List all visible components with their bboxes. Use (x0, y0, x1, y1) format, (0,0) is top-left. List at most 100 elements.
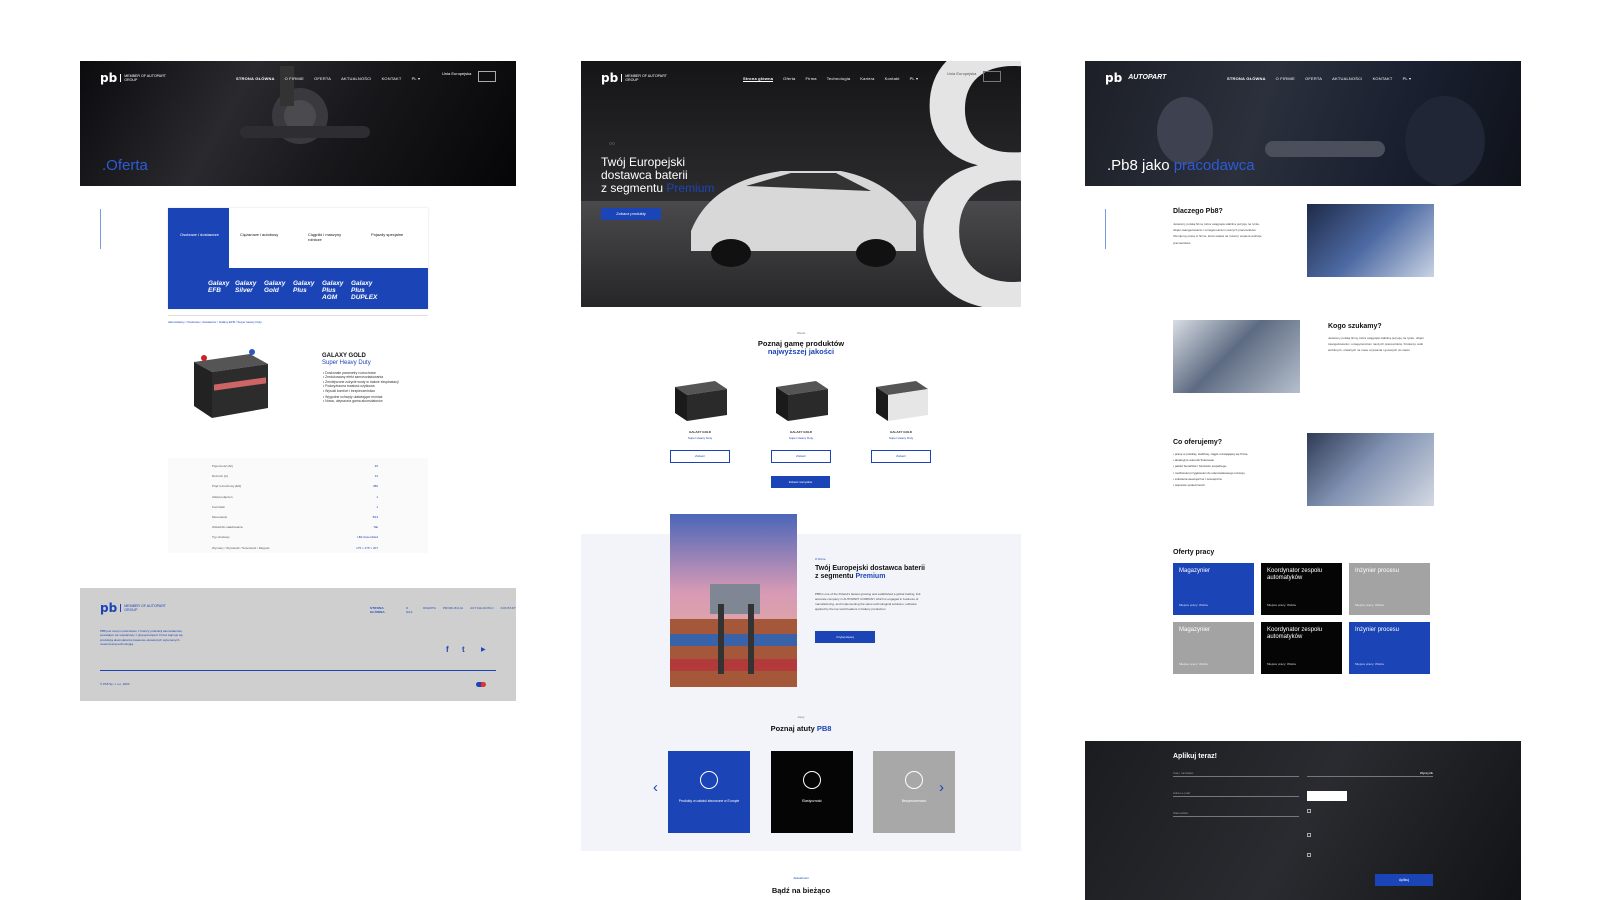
nav-item[interactable]: KONTAKT (382, 76, 402, 81)
section-kicker: Oferta (796, 331, 806, 335)
consent-checkbox[interactable] (1307, 833, 1311, 837)
mid-nav: Strona główna Oferta Firma Technologia K… (743, 76, 918, 82)
news-kicker: Aktualności (793, 876, 809, 880)
see-all-button[interactable]: Zobacz wszystkie (771, 476, 830, 488)
name-field[interactable]: Imię i nazwisko (1173, 769, 1299, 777)
language-flag-icon[interactable] (476, 682, 486, 687)
battery-image (876, 381, 928, 421)
nav-item[interactable]: PL ▾ (910, 76, 919, 82)
left-hero: pb MEMBER OF AUTOPART GROUP STRONA GŁÓWN… (80, 61, 516, 186)
carousel-next-arrow-icon[interactable]: › (939, 779, 944, 796)
nav-item[interactable]: OFERTA (1305, 76, 1322, 81)
brand-logo[interactable]: Galaxy Plus (293, 280, 315, 301)
nav-item[interactable]: Firma (806, 76, 817, 82)
why-text: Jesteśmy polską firmą, która osiągnęła s… (1173, 222, 1262, 245)
spec-value: 45 (374, 464, 378, 468)
slider-dots[interactable]: ○○ (609, 141, 615, 147)
job-card[interactable]: Koordynator zespołu automatyków Miejsce p… (1261, 563, 1342, 615)
nav-item[interactable]: AKTUALNOŚCI (341, 76, 371, 81)
left-logo[interactable]: pb MEMBER OF AUTOPART GROUP (100, 71, 168, 85)
footer-logo[interactable]: pb MEMBER OF AUTOPART GROUP (100, 601, 168, 615)
tab-ciezarowe[interactable]: Ciężarowe i autobusy (240, 232, 280, 237)
nav-item[interactable]: OFERTA (314, 76, 331, 81)
left-footer: pb MEMBER OF AUTOPART GROUP STRONA GŁÓWN… (80, 588, 516, 701)
spec-label: Wymiary / Wysokość / Szerokość / Długość (212, 545, 270, 550)
tile-flexibility[interactable]: Elastyczność (771, 751, 853, 833)
nav-item[interactable]: Strona główna (743, 76, 774, 82)
right-logo[interactable]: pb AutoPart (1105, 71, 1166, 85)
job-title: Magazynier (1179, 568, 1211, 574)
logo-mark: pb (100, 71, 118, 85)
job-card[interactable]: Magazynier Miejsce pracy: Wołów (1173, 622, 1254, 674)
job-title: Inżynier procesu (1355, 627, 1400, 633)
youtube-icon[interactable]: ▶ (481, 646, 486, 653)
spec-value: 1 (376, 504, 378, 509)
brand-logo[interactable]: Galaxy Silver (235, 280, 257, 301)
view-product-button[interactable]: Zobacz (670, 450, 730, 463)
europe-icon (700, 771, 718, 789)
breadcrumb: Akumulatory / Osobowe i dostawcze / Gala… (168, 320, 262, 324)
facebook-icon[interactable]: f (446, 645, 449, 654)
view-product-button[interactable]: Zobacz (871, 450, 931, 463)
view-product-button[interactable]: Zobacz (771, 450, 831, 463)
tab-ciagniki[interactable]: Ciągniki i maszyny rolnicze (308, 232, 348, 242)
see-products-button[interactable]: Zobacz produkty (601, 208, 661, 220)
eu-badge: Unia Europejska (442, 71, 472, 76)
nav-item[interactable]: PL ▾ (412, 76, 421, 81)
spec-value: 175 × 175 × 207 (356, 545, 378, 550)
tab-osobowe[interactable]: Osobowe i dostawcze (168, 208, 229, 268)
tab-pojazdy[interactable]: Pojazdy specjalne (371, 232, 411, 237)
hero-title-line: z segmentu Premium (601, 181, 715, 195)
footer-nav-item[interactable]: AKTUALNOŚCI (470, 606, 493, 614)
footer-nav-item[interactable]: O NAS (406, 606, 416, 614)
footer-nav-item[interactable]: OFERTA (423, 606, 436, 614)
brand-logo[interactable]: Galaxy Gold (264, 280, 286, 301)
job-card[interactable]: Inżynier procesu Miejsce pracy: Wołów (1349, 622, 1430, 674)
position-field[interactable]: Stanowisko (1173, 809, 1299, 817)
spec-table: Pojemność [Ah] 45 Rozruch [A] 12 Prąd rozruc… (168, 458, 428, 553)
nav-item[interactable]: Technologia (827, 76, 851, 82)
footer-nav-item[interactable]: STRONA GŁÓWNA (370, 606, 399, 614)
mid-logo[interactable]: pb MEMBER OF AUTOPART GROUP (601, 71, 669, 85)
nav-item[interactable]: Kontakt (885, 76, 900, 82)
footer-nav-item[interactable]: KONTAKT (501, 606, 516, 614)
nav-item[interactable]: STRONA GŁÓWNA (1227, 76, 1266, 81)
news-title: Bądź na bieżąco (771, 886, 831, 895)
nav-item[interactable]: Oferta (783, 76, 795, 82)
brand-logo[interactable]: Galaxy EFB (208, 280, 229, 301)
brand-logo[interactable]: Galaxy Plus DUPLEX (351, 280, 377, 301)
logo-mark: pb (100, 601, 118, 615)
nav-item[interactable]: O FIRMIE (1276, 76, 1295, 81)
spec-label: Prąd rozruchowy [EN] (212, 484, 242, 489)
file-field[interactable]: Wgraj plik (1307, 769, 1433, 777)
spec-label: Pojemność [Ah] (212, 464, 234, 468)
tile-europe[interactable]: Produkty w całości stworzone w Europie (668, 751, 750, 833)
read-more-button[interactable]: Czytaj więcej (815, 631, 875, 643)
page-title: .Pb8 jako pracodawca (1107, 157, 1255, 174)
consent-checkbox[interactable] (1307, 809, 1311, 813)
nav-item[interactable]: Kariera (860, 76, 874, 82)
twitter-icon[interactable]: t (462, 645, 465, 654)
nav-item[interactable]: STRONA GŁÓWNA (236, 76, 275, 81)
nav-item[interactable]: PL ▾ (1403, 76, 1412, 81)
nav-item[interactable]: AKTUALNOŚCI (1332, 76, 1362, 81)
who-text: Jesteśmy polską firmą, która osiągnęła s… (1328, 336, 1424, 353)
job-card[interactable]: Inżynier procesu Miejsce pracy: Wołów (1349, 563, 1430, 615)
spec-label: Typ obudowy (212, 535, 230, 540)
footer-nav-item[interactable]: PRODUKCJA (443, 606, 463, 614)
job-card[interactable]: Koordynator zespołu automatyków Miejsce p… (1261, 622, 1342, 674)
email-field[interactable]: Adres e-mail (1173, 789, 1299, 797)
product-name: GALAXY GOLD (790, 430, 812, 434)
scroll-indicator (1105, 209, 1106, 249)
job-location: Miejsce pracy: Wołów (1179, 603, 1208, 607)
captcha-box[interactable] (1307, 791, 1347, 801)
spec-label: Mocowanie (212, 515, 228, 520)
brand-logo[interactable]: Galaxy Plus AGM (322, 280, 344, 301)
carousel-prev-icon[interactable]: ‹ (653, 779, 658, 796)
scroll-indicator (100, 209, 101, 249)
nav-item[interactable]: O FIRMIE (285, 76, 304, 81)
nav-item[interactable]: KONTAKT (1373, 76, 1393, 81)
consent-checkbox[interactable] (1307, 853, 1311, 857)
apply-button[interactable]: Aplikuj (1375, 874, 1433, 886)
job-card[interactable]: Magazynier Miejsce pracy: Wołów (1173, 563, 1254, 615)
